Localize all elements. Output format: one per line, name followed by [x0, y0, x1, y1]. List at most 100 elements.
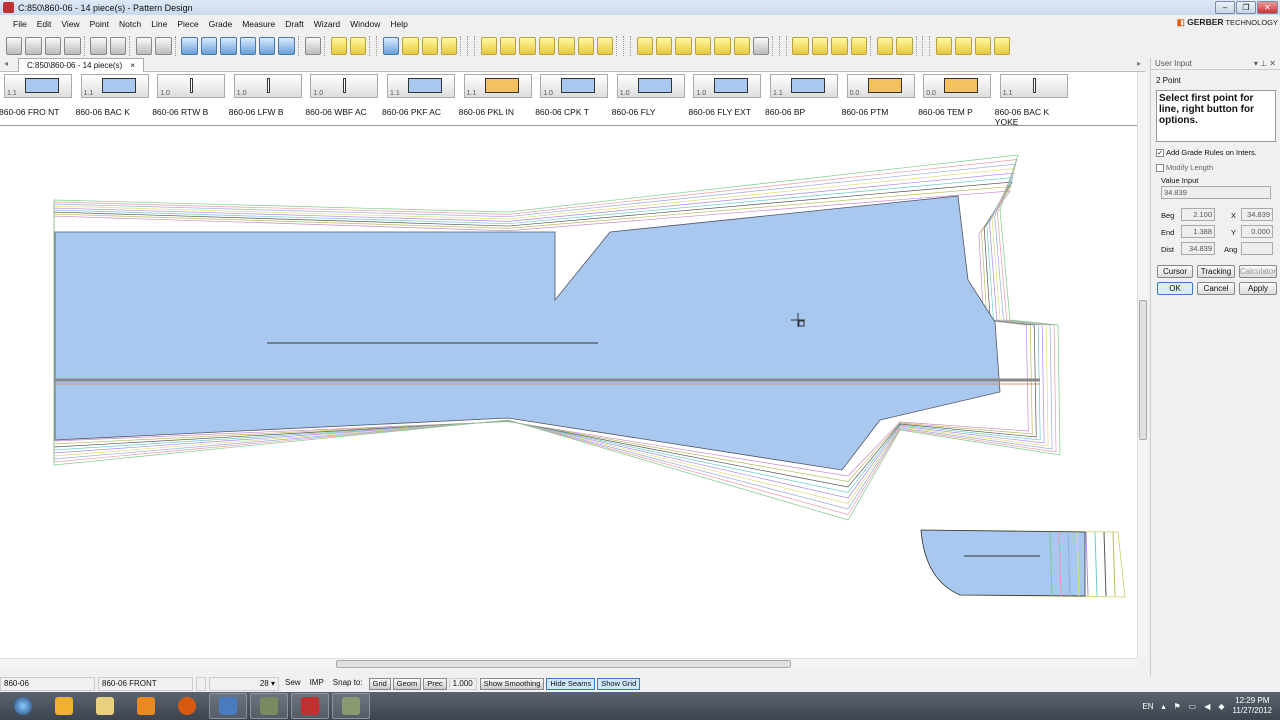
tab-scroll-left[interactable]: ◂ — [4, 59, 8, 68]
piece-preview[interactable]: 1.0 — [233, 74, 302, 98]
toolbar-tool-icon-16[interactable] — [350, 37, 367, 55]
toolbar-tool-icon-35[interactable] — [792, 37, 809, 55]
toolbar-tool-icon-39[interactable] — [876, 37, 894, 55]
toolbar-tool-icon-13[interactable] — [278, 37, 295, 55]
taskbar-explorer[interactable] — [86, 693, 124, 719]
beg-field[interactable]: 2.100 — [1181, 208, 1215, 221]
clock[interactable]: 12:29 PM 11/27/2012 — [1233, 696, 1272, 716]
piece-preview[interactable]: 1.1 — [387, 74, 455, 98]
toolbar-tool-icon-14[interactable] — [304, 37, 321, 55]
toolbar-tool-icon-19[interactable] — [421, 37, 439, 55]
dist-field[interactable]: 34.839 — [1181, 242, 1215, 255]
toolbar-tool-icon-21[interactable] — [480, 37, 497, 55]
add-grade-rules-checkbox[interactable]: ✓ Add Grade Rules on Inters. — [1156, 148, 1257, 158]
toolbar-tool-icon-6[interactable] — [135, 37, 153, 55]
toolbar-tool-icon-18[interactable] — [402, 37, 419, 55]
snap-prec-button[interactable]: Prec — [423, 678, 447, 690]
toolbar-tool-icon-7[interactable] — [155, 37, 172, 55]
pattern-canvas[interactable] — [0, 126, 1137, 658]
piece-browse-button[interactable] — [196, 677, 206, 691]
piece-preview[interactable]: 1.0 — [693, 74, 762, 98]
menu-draft[interactable]: Draft — [280, 19, 308, 29]
toolbar-tool-icon-27[interactable] — [597, 37, 614, 55]
toolbar-tool-icon-4[interactable] — [90, 37, 107, 55]
value-input[interactable]: 34.839 — [1161, 186, 1271, 199]
piece-thumbnail[interactable]: 0.0 860-06 PTM — [842, 74, 915, 117]
toolbar-tool-icon-36[interactable] — [811, 37, 829, 55]
menu-measure[interactable]: Measure — [237, 19, 280, 29]
taskbar-media-player[interactable] — [127, 693, 165, 719]
menu-line[interactable]: Line — [146, 19, 172, 29]
menu-file[interactable]: File — [8, 19, 32, 29]
toolbar-tool-icon-25[interactable] — [558, 37, 575, 55]
piece-preview[interactable]: 1.0 — [310, 74, 379, 98]
ang-field[interactable] — [1241, 242, 1273, 255]
panel-controls[interactable]: ▾ ⊥ ✕ — [1254, 58, 1276, 70]
modify-length-checkbox[interactable]: Modify Length — [1156, 163, 1213, 173]
tab-scroll-right[interactable]: ▸ — [1137, 59, 1141, 68]
piece-thumbnail[interactable]: 1.1 860-06 PKL IN — [459, 74, 532, 117]
toolbar-tool-icon-29[interactable] — [655, 37, 673, 55]
taskbar-app-2[interactable] — [250, 693, 288, 719]
toolbar-tool-icon-38[interactable] — [850, 37, 868, 55]
toolbar-tool-icon-42[interactable] — [955, 37, 972, 55]
size-select[interactable]: 28 ▾ — [209, 677, 279, 691]
language-indicator[interactable]: EN — [1142, 702, 1153, 711]
piece-thumbnail[interactable]: 1.0 860-06 CPK T — [535, 74, 609, 117]
piece-preview[interactable]: 1.1 — [770, 74, 838, 98]
vertical-scroll-thumb[interactable] — [1139, 300, 1147, 440]
piece-thumbnail[interactable]: 1.0 860-06 RTW B — [152, 74, 226, 117]
volume-icon[interactable]: ◀ — [1204, 702, 1210, 711]
piece-preview[interactable]: 1.1 — [463, 74, 532, 98]
piece-thumbnail[interactable]: 1.1 860-06 FRO NT — [0, 74, 72, 117]
calculator-button[interactable]: Calculator — [1239, 265, 1277, 278]
piece-preview[interactable]: 1.1 — [999, 74, 1068, 98]
piece-thumbnail[interactable]: 1.0 860-06 FLY — [612, 74, 685, 117]
cancel-button[interactable]: Cancel — [1197, 282, 1235, 295]
toolbar-tool-icon-0[interactable] — [6, 37, 23, 55]
menu-piece[interactable]: Piece — [172, 19, 203, 29]
toolbar-tool-icon-24[interactable] — [538, 37, 556, 55]
toolbar-tool-icon-10[interactable] — [220, 37, 237, 55]
piece-thumbnail[interactable]: 1.1 860-06 BAC K YOKE — [995, 74, 1068, 127]
taskbar-firefox[interactable] — [168, 693, 206, 719]
apply-button[interactable]: Apply — [1239, 282, 1277, 295]
vertical-scrollbar[interactable] — [1137, 72, 1147, 658]
toolbar-tool-icon-8[interactable] — [181, 37, 198, 55]
piece-thumbnail[interactable]: 1.1 860-06 BAC K — [76, 74, 149, 117]
taskbar-app-4[interactable] — [332, 693, 370, 719]
show-smoothing-button[interactable]: Show Smoothing — [479, 678, 545, 690]
tracking-button[interactable]: Tracking — [1197, 265, 1235, 278]
piece-thumbnail[interactable]: 1.0 860-06 LFW B — [229, 74, 302, 117]
menu-help[interactable]: Help — [385, 19, 412, 29]
menu-edit[interactable]: Edit — [32, 19, 57, 29]
menu-notch[interactable]: Notch — [114, 19, 146, 29]
piece-preview[interactable]: 0.0 — [846, 74, 915, 98]
menu-view[interactable]: View — [56, 19, 84, 29]
toolbar-tool-icon-37[interactable] — [831, 37, 848, 55]
piece-thumbnail[interactable]: 0.0 860-06 TEM P — [918, 74, 992, 117]
toolbar-tool-icon-41[interactable] — [935, 37, 953, 55]
ok-button[interactable]: OK — [1157, 282, 1193, 295]
taskbar-pattern-design[interactable] — [209, 693, 247, 719]
horizontal-scroll-thumb[interactable] — [336, 660, 791, 668]
toolbar-tool-icon-5[interactable] — [109, 37, 127, 55]
show-hidden-icons[interactable]: ▴ — [1161, 702, 1165, 711]
taskbar-outlook[interactable] — [45, 693, 83, 719]
toolbar-tool-icon-17[interactable] — [382, 37, 400, 55]
toolbar-tool-icon-11[interactable] — [239, 37, 256, 55]
toolbar-tool-icon-9[interactable] — [200, 37, 218, 55]
toolbar-tool-icon-31[interactable] — [694, 37, 712, 55]
y-field[interactable]: 0.000 — [1241, 225, 1273, 238]
network-icon[interactable]: ▭ — [1189, 702, 1197, 711]
toolbar-tool-icon-12[interactable] — [258, 37, 276, 55]
menu-point[interactable]: Point — [85, 19, 114, 29]
toolbar-tool-icon-1[interactable] — [25, 37, 42, 55]
x-field[interactable]: 34.839 — [1241, 208, 1273, 221]
piece-preview[interactable]: 0.0 — [923, 74, 992, 98]
piece-preview[interactable]: 1.0 — [157, 74, 226, 98]
end-field[interactable]: 1.388 — [1181, 225, 1215, 238]
menu-grade[interactable]: Grade — [204, 19, 238, 29]
toolbar-tool-icon-40[interactable] — [896, 37, 913, 55]
toolbar-tool-icon-2[interactable] — [44, 37, 62, 55]
